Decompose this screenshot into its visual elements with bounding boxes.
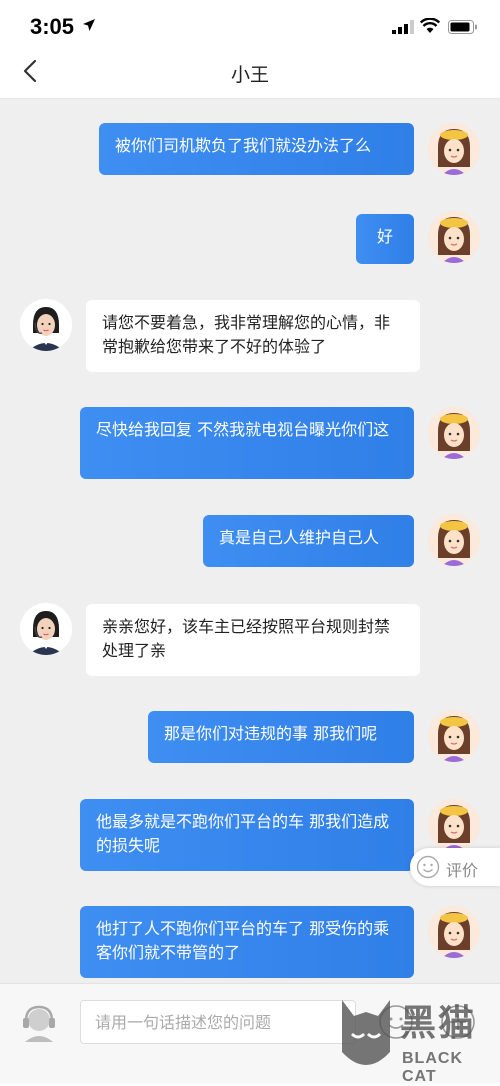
smiley-face-icon	[416, 855, 440, 879]
black-cat-logo-icon	[342, 1000, 390, 1065]
agent-avatar[interactable]	[20, 603, 72, 655]
input-bar: 黑猫 BLACK CAT	[0, 983, 500, 1085]
status-time: 3:05	[30, 14, 75, 39]
user-avatar[interactable]	[428, 710, 480, 762]
battery-icon	[448, 20, 477, 34]
user-avatar[interactable]	[428, 514, 480, 566]
user-avatar[interactable]	[428, 123, 480, 175]
user-avatar[interactable]	[428, 211, 480, 263]
girl-avatar-icon	[428, 514, 480, 566]
message-bubble-outgoing[interactable]: 尽快给我回复 不然我就电视台曝光你们这	[80, 407, 414, 479]
watermark-text-en: BLACK CAT	[402, 1050, 463, 1085]
watermark: 黑猫 BLACK CAT	[336, 988, 500, 1085]
message-bubble-outgoing[interactable]: 那是你们对违规的事 那我们呢	[148, 711, 414, 763]
message-bubble-outgoing[interactable]: 被你们司机欺负了我们就没办法了么	[99, 123, 414, 175]
user-avatar[interactable]	[428, 906, 480, 958]
agent-avatar-icon	[20, 603, 72, 655]
message-bubble-incoming[interactable]: 亲亲您好，该车主已经按照平台规则封禁处理了亲	[86, 604, 420, 676]
message-input[interactable]	[80, 1000, 356, 1044]
rate-label: 评价	[446, 861, 479, 880]
cellular-signal-icon	[392, 20, 414, 34]
girl-avatar-icon	[428, 906, 480, 958]
rate-button[interactable]: 评价	[410, 848, 500, 886]
message-bubble-incoming[interactable]: 请您不要着急，我非常理解您的心情，非常抱歉给您带来了不好的体验了	[86, 300, 420, 372]
girl-avatar-icon	[428, 407, 480, 459]
message-bubble-outgoing[interactable]: 他打了人不跑你们平台的车了 那受伤的乘客你们就不带管的了	[80, 906, 414, 978]
status-bar: 3:05	[0, 0, 500, 50]
user-avatar[interactable]	[428, 799, 480, 851]
girl-avatar-icon	[428, 799, 480, 851]
wifi-icon	[420, 18, 440, 33]
location-arrow-icon	[83, 19, 95, 31]
user-avatar[interactable]	[428, 407, 480, 459]
agent-avatar-icon	[20, 299, 72, 351]
girl-avatar-icon	[428, 123, 480, 175]
nav-bar: 小王	[0, 50, 500, 99]
message-bubble-outgoing[interactable]: 真是自己人维护自己人	[203, 515, 414, 567]
chat-title: 小王	[230, 64, 269, 86]
girl-avatar-icon	[428, 211, 480, 263]
message-bubble-outgoing[interactable]: 好	[356, 214, 414, 264]
watermark-text-cn: 黑猫	[400, 1003, 477, 1044]
message-bubble-outgoing[interactable]: 他最多就是不跑你们平台的车 那我们造成的损失呢	[80, 799, 414, 871]
agent-avatar[interactable]	[20, 299, 72, 351]
girl-avatar-icon	[428, 710, 480, 762]
customer-service-icon[interactable]	[18, 1002, 60, 1044]
